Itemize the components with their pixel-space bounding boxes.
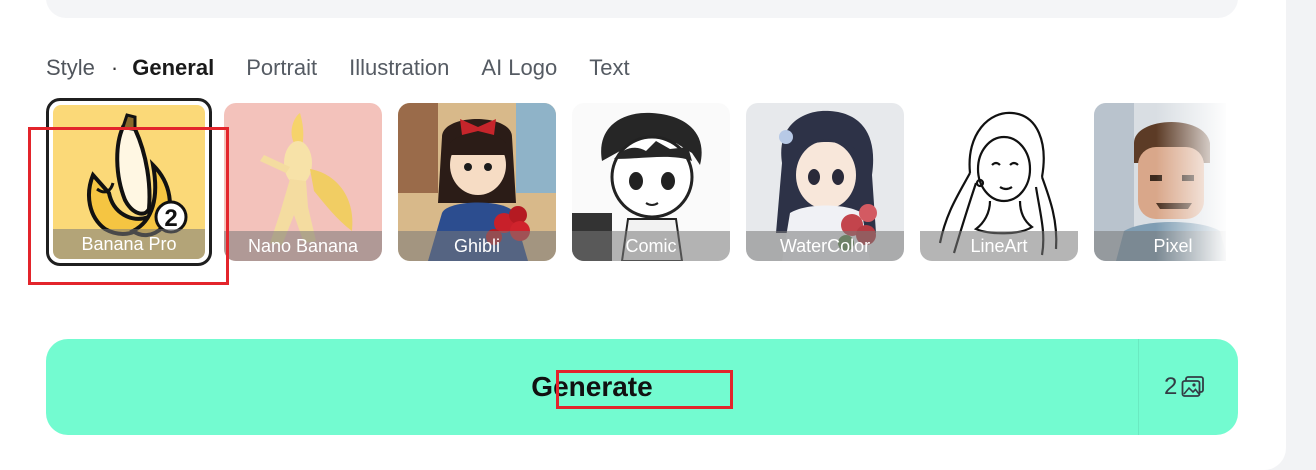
tab-illustration[interactable]: Illustration: [349, 55, 449, 81]
style-card-banana-pro[interactable]: 2 Banana Pro: [46, 98, 212, 266]
style-label: Style: [46, 55, 95, 80]
style-card-lineart[interactable]: LineArt: [920, 103, 1078, 261]
style-card-label: WaterColor: [746, 231, 904, 261]
style-card-label: Pixel: [1094, 231, 1226, 261]
style-carousel: 2 Banana Pro Nano Banana Ghibli Comic Wa…: [46, 98, 1226, 266]
cost-value: 2: [1164, 373, 1178, 400]
creation-panel: Style · General Portrait Illustration AI…: [0, 0, 1286, 470]
style-card-watercolor[interactable]: WaterColor: [746, 103, 904, 261]
style-card-label: Nano Banana: [224, 231, 382, 261]
svg-text:2: 2: [164, 205, 177, 232]
style-tabs: Style · General Portrait Illustration AI…: [46, 54, 662, 82]
image-icon: [1181, 376, 1205, 397]
tab-portrait[interactable]: Portrait: [246, 55, 317, 81]
separator-dot: ·: [110, 55, 119, 80]
style-card-nano-banana[interactable]: Nano Banana: [224, 103, 382, 261]
style-card-pixel[interactable]: Pixel: [1094, 103, 1226, 261]
style-card-comic[interactable]: Comic: [572, 103, 730, 261]
style-thumbnail: 2 Banana Pro: [53, 105, 205, 259]
style-card-label: Comic: [572, 231, 730, 261]
generate-button[interactable]: Generate 2: [46, 339, 1238, 435]
style-card-label: LineArt: [920, 231, 1078, 261]
prompt-area[interactable]: [46, 0, 1238, 18]
tab-general[interactable]: General: [132, 55, 214, 81]
generate-divider: [1138, 339, 1139, 435]
generate-label: Generate: [531, 371, 653, 402]
style-card-label: Banana Pro: [53, 229, 205, 259]
generate-cost: 2: [1164, 373, 1205, 401]
tab-ai-logo[interactable]: AI Logo: [481, 55, 557, 81]
style-card-ghibli[interactable]: Ghibli: [398, 103, 556, 261]
tab-text[interactable]: Text: [589, 55, 629, 81]
style-card-label: Ghibli: [398, 231, 556, 261]
